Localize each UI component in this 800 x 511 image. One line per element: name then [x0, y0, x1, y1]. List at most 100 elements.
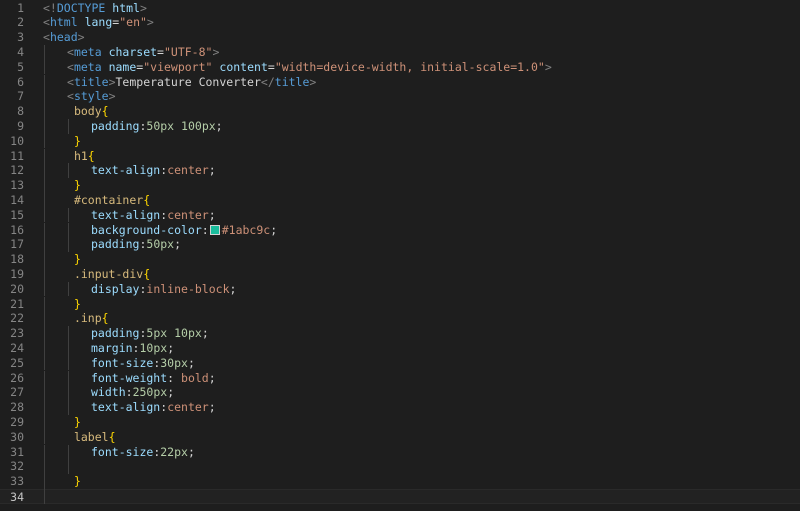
- code-token: {: [143, 192, 151, 207]
- code-line[interactable]: 7 <style>: [0, 89, 800, 104]
- indent-guide: [68, 222, 69, 238]
- code-token: "en": [119, 15, 147, 30]
- code-line[interactable]: 2 <html lang="en">: [0, 15, 800, 30]
- code-line[interactable]: 13 }: [0, 178, 800, 193]
- code-line[interactable]: 27 width:250px;: [0, 385, 800, 400]
- code-token: }: [73, 178, 81, 193]
- code-token: 100px: [181, 118, 216, 133]
- code-token: }: [73, 252, 81, 267]
- code-line[interactable]: 34: [0, 488, 800, 504]
- code-token: title: [274, 74, 310, 89]
- code-line[interactable]: 11 h1{: [0, 149, 800, 164]
- code-token: inline-block: [146, 281, 230, 296]
- code-line[interactable]: 1 <!DOCTYPE html>: [0, 1, 800, 16]
- code-text: }: [67, 415, 81, 430]
- code-token: 22px: [160, 444, 188, 459]
- code-token: meta: [73, 59, 102, 74]
- code-token: {: [108, 429, 116, 444]
- code-line[interactable]: 29 }: [0, 415, 800, 430]
- indent-guide: [44, 266, 45, 282]
- code-token: html: [49, 15, 78, 30]
- line-number: 22: [10, 311, 24, 326]
- code-token: {: [101, 104, 109, 119]
- code-line[interactable]: 21 }: [0, 297, 800, 312]
- code-token: {: [87, 148, 95, 163]
- code-line[interactable]: 24 margin:10px;: [0, 341, 800, 356]
- code-token: <: [43, 30, 50, 45]
- indent-guide: [68, 444, 69, 460]
- code-line[interactable]: 18 }: [0, 252, 800, 267]
- line-number: 11: [10, 148, 24, 163]
- indent-guide: [44, 414, 45, 430]
- indent-guide: [44, 311, 45, 327]
- code-line[interactable]: 17 padding:50px;: [0, 237, 800, 252]
- code-line[interactable]: 20 display:inline-block;: [0, 282, 800, 297]
- code-line[interactable]: 3 <head>: [0, 30, 800, 45]
- code-line[interactable]: 25 font-size:30px;: [0, 356, 800, 371]
- code-line[interactable]: 4 <meta charset="UTF-8">: [0, 45, 800, 60]
- code-line[interactable]: 23 padding:5px 10px;: [0, 326, 800, 341]
- code-token: }: [73, 414, 81, 429]
- code-line[interactable]: 14 #container{: [0, 193, 800, 208]
- indent-guide: [44, 459, 45, 475]
- code-token: =: [157, 44, 164, 59]
- code-line[interactable]: 8 body{: [0, 104, 800, 119]
- code-line[interactable]: 5 <meta name="viewport" content="width=de…: [0, 60, 800, 75]
- code-text: h1{: [67, 149, 95, 164]
- code-line[interactable]: 32: [0, 459, 800, 474]
- code-text: }: [67, 297, 81, 312]
- code-token: label: [73, 429, 109, 444]
- code-token: font-weight: [91, 370, 168, 385]
- indent-guide: [44, 59, 45, 75]
- code-token: >: [212, 44, 220, 59]
- code-line[interactable]: 19 .input-div{: [0, 267, 800, 282]
- code-text: text-align:center;: [91, 400, 216, 415]
- code-token: ;: [187, 355, 195, 370]
- code-line[interactable]: 6 <title>Temperature Converter</title>: [0, 75, 800, 90]
- code-token: margin: [91, 340, 133, 355]
- code-line[interactable]: 22 .inp{: [0, 311, 800, 326]
- code-line[interactable]: 28 text-align:center;: [0, 400, 800, 415]
- code-line[interactable]: 26 font-weight: bold;: [0, 371, 800, 386]
- code-line[interactable]: 31 font-size:22px;: [0, 445, 800, 460]
- indent-guide: [44, 74, 45, 90]
- indent-guide: [68, 400, 69, 415]
- line-number: 33: [10, 474, 24, 489]
- code-token: <: [67, 44, 74, 59]
- code-line[interactable]: 30 label{: [0, 430, 800, 445]
- color-swatch-icon[interactable]: [209, 224, 220, 235]
- code-line[interactable]: 16 background-color: #1abc9c;: [0, 223, 800, 238]
- code-token: 50px: [146, 118, 175, 133]
- code-text: font-weight: bold;: [91, 371, 216, 386]
- indent-guide: [44, 444, 45, 460]
- code-line[interactable]: 12 text-align:center;: [0, 163, 800, 178]
- code-text: <meta name="viewport" content="width=dev…: [67, 60, 552, 75]
- code-text: width:250px;: [91, 385, 174, 400]
- line-number: 27: [10, 385, 24, 400]
- code-line[interactable]: 9 padding:50px 100px;: [0, 119, 800, 134]
- line-number: 32: [10, 459, 24, 474]
- code-text: #container{: [67, 193, 150, 208]
- code-token: #1abc9c: [221, 222, 271, 237]
- code-token: ;: [174, 237, 182, 252]
- code-token: .input-div: [73, 266, 144, 281]
- code-editor[interactable]: 1 <!DOCTYPE html> 2 <html lang="en"> 3 <head>…: [0, 0, 800, 511]
- indent-guide: [68, 459, 69, 475]
- line-number: 30: [10, 429, 24, 444]
- code-line[interactable]: 10 }: [0, 134, 800, 149]
- indent-guide: [44, 488, 45, 504]
- line-number: 9: [17, 118, 24, 133]
- code-token: h1: [73, 148, 88, 163]
- code-token: >: [309, 74, 317, 89]
- code-token: 50px: [146, 237, 175, 252]
- code-text: padding:5px 10px;: [91, 326, 209, 341]
- code-line[interactable]: 33 }: [0, 474, 800, 489]
- code-line[interactable]: 15 text-align:center;: [0, 208, 800, 223]
